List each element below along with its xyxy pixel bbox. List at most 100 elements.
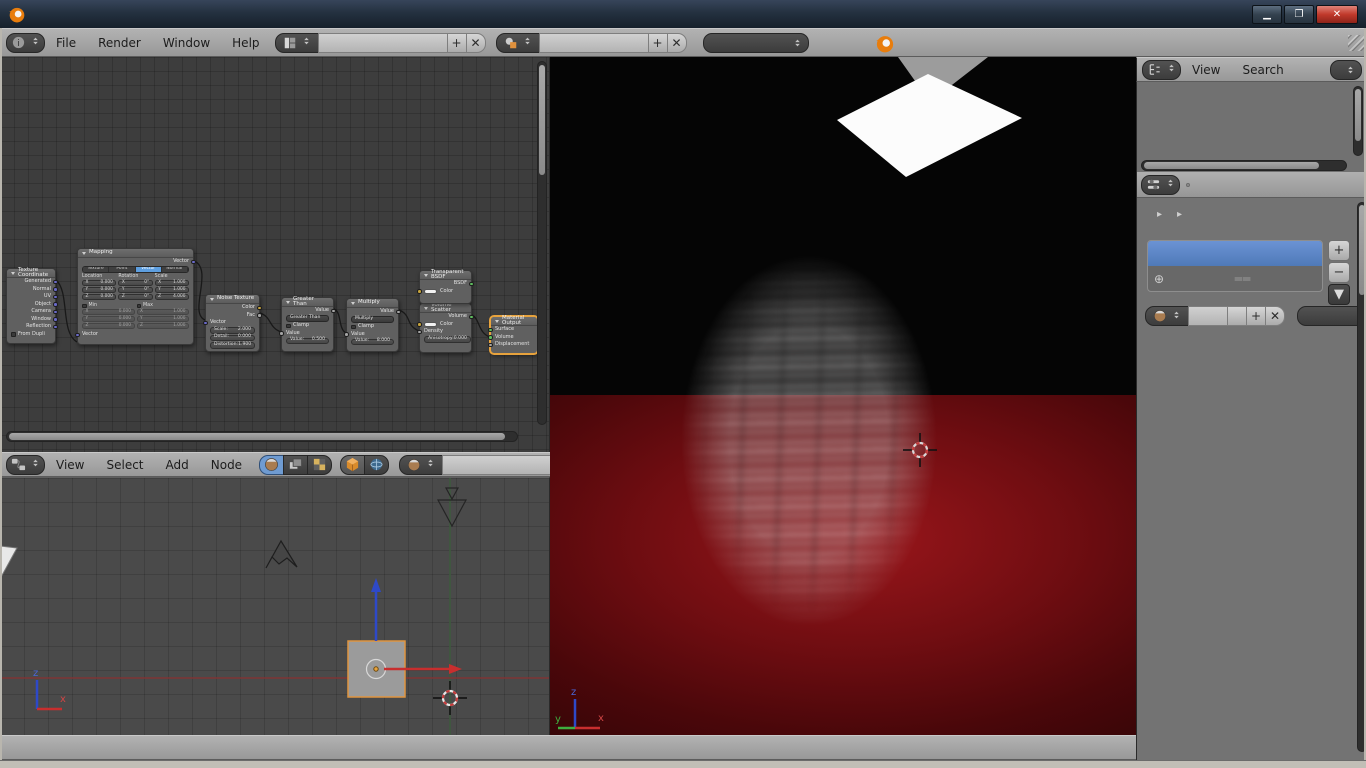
node-field-rotation-y[interactable]: Y0°: [118, 287, 152, 293]
material-slot-empty[interactable]: ⊕ ══: [1148, 266, 1322, 291]
node-field-anisotropy[interactable]: Anisotropy:0.000: [424, 336, 471, 343]
node-field-value[interactable]: Value:0.500: [286, 338, 329, 345]
input-socket[interactable]: [488, 335, 493, 340]
node-field-rotation-z[interactable]: Z0°: [118, 294, 152, 300]
node-field-location-x[interactable]: X0.000: [82, 280, 116, 286]
outliner-hscrollbar[interactable]: [1141, 160, 1347, 171]
color-swatch[interactable]: [424, 322, 437, 328]
output-socket[interactable]: [469, 282, 474, 287]
material-browse-button[interactable]: [399, 455, 443, 475]
info-menu-file[interactable]: File: [45, 36, 87, 50]
input-socket[interactable]: [75, 333, 80, 338]
scene-name-field[interactable]: [539, 33, 649, 53]
delete-scene-button[interactable]: ✕: [667, 33, 687, 53]
output-socket[interactable]: [331, 309, 336, 314]
node-title[interactable]: Noise Texture: [206, 295, 259, 304]
node-title[interactable]: Greater Than: [282, 298, 333, 307]
add-scene-button[interactable]: +: [648, 33, 668, 53]
node-field-min-z[interactable]: Z0.000: [82, 323, 135, 329]
checkbox[interactable]: [351, 325, 356, 330]
screen-layout-name-field[interactable]: [318, 33, 448, 53]
node-field-max-y[interactable]: Y1.000: [137, 316, 190, 322]
input-socket[interactable]: [488, 328, 493, 333]
editor-type-button-nodes[interactable]: [6, 455, 45, 475]
editor-type-button-info[interactable]: i: [6, 33, 45, 53]
node-mapping[interactable]: MappingVectorTexturePointVectorNormalLoc…: [77, 248, 194, 345]
node-field-min-y[interactable]: Y0.000: [82, 316, 135, 322]
outliner-vscrollbar[interactable]: [1353, 86, 1363, 156]
node-operation-select[interactable]: Multiply: [351, 316, 394, 323]
output-socket[interactable]: [53, 280, 58, 285]
render-viewport-canvas[interactable]: z y x: [550, 57, 1136, 735]
node-multiply[interactable]: MultiplyValueMultiplyClampValueValue:8.0…: [346, 298, 399, 352]
input-socket[interactable]: [488, 343, 493, 348]
delete-layout-button[interactable]: ✕: [466, 33, 486, 53]
shader-nodes-button[interactable]: [259, 455, 284, 475]
material-slot-selected[interactable]: [1148, 241, 1322, 266]
output-socket[interactable]: [53, 287, 58, 292]
node-vscrollbar[interactable]: [537, 61, 547, 425]
node-field-scale[interactable]: Scale:2.000: [210, 327, 255, 334]
mapping-type-point[interactable]: Point: [109, 267, 135, 272]
node-field-rotation-x[interactable]: X0°: [118, 280, 152, 286]
compositing-nodes-button[interactable]: [283, 455, 308, 475]
outliner-filter-select[interactable]: [1330, 60, 1362, 80]
node-field-scale-y[interactable]: Y1.000: [155, 287, 189, 293]
outliner-menu-search[interactable]: Search: [1231, 63, 1294, 77]
input-socket[interactable]: [279, 331, 284, 336]
checkbox[interactable]: [137, 304, 142, 309]
node-field-scale-z[interactable]: Z4.000: [155, 294, 189, 300]
node-title[interactable]: Transparent BSDF: [420, 271, 471, 280]
render-engine-select[interactable]: [703, 33, 809, 53]
output-socket[interactable]: [257, 313, 262, 318]
node-material-output[interactable]: Material OutputSurfaceVolumeDisplacement: [490, 316, 538, 354]
data-source-select[interactable]: [1297, 306, 1366, 326]
node-field-value[interactable]: Value:8.000: [351, 339, 394, 346]
input-socket[interactable]: [344, 332, 349, 337]
close-button[interactable]: ✕: [1316, 5, 1358, 24]
mapping-type-vector[interactable]: Vector: [136, 267, 162, 272]
output-socket[interactable]: [257, 306, 262, 311]
add-layout-button[interactable]: +: [447, 33, 467, 53]
node-editor-canvas[interactable]: Material OutputSurfaceVolumeDisplacement…: [0, 57, 550, 452]
unlink-material-button[interactable]: ✕: [1265, 306, 1285, 326]
node-title[interactable]: Volume Scatter: [420, 304, 471, 313]
node-title[interactable]: Texture Coordinate: [7, 269, 55, 278]
viewport-left-canvas[interactable]: z x: [0, 477, 550, 735]
node-editor-menu-node[interactable]: Node: [200, 458, 253, 472]
mapping-type-texture[interactable]: Texture: [83, 267, 109, 272]
node-greater-than[interactable]: Greater ThanValueGreater ThanClampValueV…: [281, 297, 334, 352]
output-socket[interactable]: [53, 325, 58, 330]
checkbox[interactable]: [82, 304, 87, 309]
output-socket[interactable]: [396, 310, 401, 315]
remove-material-slot-button[interactable]: −: [1328, 262, 1350, 283]
minimize-button[interactable]: ▁: [1252, 5, 1282, 24]
shader-type-world-button[interactable]: [364, 455, 389, 475]
scene-browse-button[interactable]: [496, 33, 540, 53]
checkbox[interactable]: [286, 324, 291, 329]
output-socket[interactable]: [53, 317, 58, 322]
node-field-detail[interactable]: Detail:0.000: [210, 335, 255, 342]
editor-type-button-properties[interactable]: [1141, 175, 1180, 195]
shader-type-object-button[interactable]: [340, 455, 365, 475]
info-menu-help[interactable]: Help: [221, 36, 270, 50]
node-title[interactable]: Multiply: [347, 299, 398, 308]
input-socket[interactable]: [417, 322, 422, 327]
new-material-button[interactable]: +: [1246, 306, 1266, 326]
node-transparent-bsdf[interactable]: Transparent BSDFBSDFColor: [419, 270, 472, 304]
node-texture-coordinate[interactable]: Texture CoordinateGeneratedNormalUVObjec…: [6, 268, 56, 344]
node-noise-texture[interactable]: Noise TextureColorFacVectorScale:2.000De…: [205, 294, 260, 352]
screen-layout-browse-button[interactable]: [275, 33, 319, 53]
node-field-max-x[interactable]: X1.000: [137, 309, 190, 315]
output-socket[interactable]: [191, 260, 196, 265]
texture-nodes-button[interactable]: [307, 455, 332, 475]
add-material-slot-button[interactable]: +: [1328, 240, 1350, 261]
node-title[interactable]: Material Output: [491, 317, 537, 326]
info-menu-window[interactable]: Window: [152, 36, 221, 50]
color-swatch[interactable]: [424, 289, 437, 295]
material-name-field[interactable]: [442, 455, 550, 475]
input-socket[interactable]: [417, 289, 422, 294]
material-browse-button[interactable]: [1145, 306, 1189, 326]
output-socket[interactable]: [53, 302, 58, 307]
node-operation-select[interactable]: Greater Than: [286, 315, 329, 322]
